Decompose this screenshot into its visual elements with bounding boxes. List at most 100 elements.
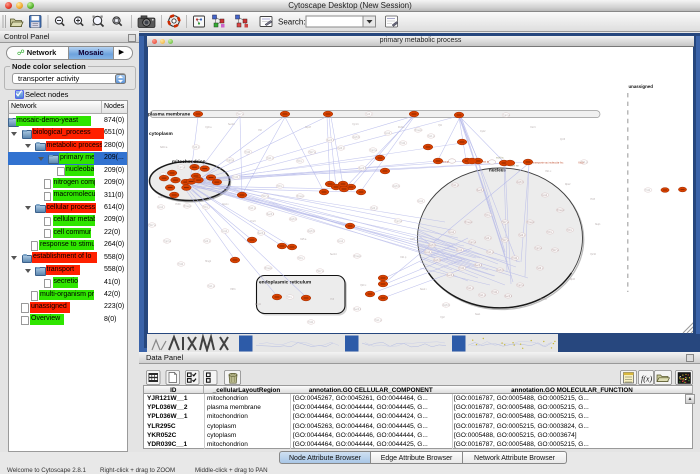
svg-text:Ylr44: Ylr44 [178, 263, 184, 266]
svg-text:Pma1 c: Pma1 c [265, 268, 274, 270]
svg-text:Yel0 c: Yel0 c [204, 241, 211, 243]
svg-text:Yel0 c: Yel0 c [366, 114, 373, 116]
svg-text:Atp5 b: Atp5 b [290, 218, 297, 221]
svg-text:Pma1 c: Pma1 c [557, 210, 566, 212]
svg-text:Cox4: Cox4 [418, 201, 424, 203]
svg-text:Cox4: Cox4 [385, 133, 391, 135]
svg-text:Yor1 p: Yor1 p [249, 207, 256, 210]
svg-text:Yor1 p: Yor1 p [428, 135, 435, 138]
svg-text:Atp5 b: Atp5 b [429, 244, 436, 247]
svg-text:Ygr2 a: Ygr2 a [503, 114, 510, 117]
svg-text:Yor2 t: Yor2 t [530, 126, 536, 129]
svg-text:Cox4: Cox4 [425, 252, 431, 254]
svg-text:unkn wn: unkn wn [510, 165, 520, 168]
svg-text:Yel0 c: Yel0 c [485, 238, 492, 240]
svg-text:Rpl3: Rpl3 [570, 279, 575, 281]
svg-text:Atp5 b: Atp5 b [393, 185, 400, 188]
svg-text:tra sp: tra sp [443, 160, 450, 163]
svg-text:Yel5 a: Yel5 a [300, 239, 307, 241]
svg-text:Ylr39: Ylr39 [175, 203, 181, 206]
svg-text:Nup1: Nup1 [595, 224, 601, 226]
svg-text:Qcr6: Qcr6 [560, 138, 566, 141]
svg-text:unassigned: unassigned [629, 84, 654, 89]
svg-text:Yel0 c: Yel0 c [338, 148, 345, 150]
svg-text:mitochondrion: mitochondrion [172, 159, 206, 165]
svg-text:Sec6 1: Sec6 1 [477, 190, 485, 192]
svg-text:Sec6 1: Sec6 1 [359, 168, 367, 170]
svg-text:Yil3 x: Yil3 x [203, 207, 209, 209]
svg-text:Hxt7 a: Hxt7 a [237, 113, 244, 116]
svg-text:Hxt7 a: Hxt7 a [502, 239, 509, 242]
svg-text:Yor1 p: Yor1 p [487, 251, 494, 254]
svg-text:Ylr44: Ylr44 [459, 267, 465, 270]
svg-text:Ygr2 a: Ygr2 a [395, 220, 402, 223]
svg-text:Pma1 c: Pma1 c [415, 130, 424, 132]
svg-text:Hmg1: Hmg1 [205, 261, 212, 263]
svg-text:Yil3 x: Yil3 x [277, 186, 283, 188]
svg-text:mol fnc: mol fnc [496, 157, 505, 160]
svg-text:Atp5 b: Atp5 b [497, 269, 504, 272]
svg-text:Cox4: Cox4 [222, 231, 228, 233]
svg-text:Yhr8: Yhr8 [590, 198, 596, 201]
svg-text:Sec6 1: Sec6 1 [258, 233, 266, 235]
svg-text:Ylr44: Ylr44 [645, 189, 651, 192]
svg-text:transporter act molecular fnc: transporter act molecular fnc [533, 161, 564, 164]
svg-text:Ygr2 a: Ygr2 a [535, 247, 542, 250]
svg-text:Yil8 b: Yil8 b [230, 289, 236, 291]
svg-text:Pma1 c: Pma1 c [297, 196, 306, 198]
svg-text:Atp5 b: Atp5 b [517, 181, 524, 184]
svg-text:Sec6 1: Sec6 1 [327, 140, 335, 142]
svg-text:Yil2: Yil2 [258, 130, 262, 132]
svg-text:Yel0 c: Yel0 c [519, 235, 526, 237]
svg-text:Sec24: Sec24 [228, 124, 235, 126]
svg-text:Yjl4: Yjl4 [438, 125, 443, 127]
svg-text:Atp5 b: Atp5 b [353, 136, 360, 139]
svg-text:Ssa1: Ssa1 [475, 314, 481, 316]
svg-text:Cyb2: Cyb2 [480, 131, 486, 133]
svg-text:Hxt7 a: Hxt7 a [317, 270, 324, 273]
svg-text:Ygl0 a: Ygl0 a [205, 127, 212, 129]
svg-text:Pma1 c: Pma1 c [527, 222, 536, 224]
svg-text:Ygr2 a: Ygr2 a [178, 166, 185, 169]
svg-text:Ymr3: Ymr3 [250, 220, 256, 223]
svg-text:Rps2: Rps2 [565, 184, 571, 186]
svg-text:Ylr44: Ylr44 [245, 151, 251, 154]
svg-text:Yil3 x: Yil3 x [547, 232, 553, 234]
svg-text:Sec6 1: Sec6 1 [267, 214, 275, 216]
svg-text:Sec6 1: Sec6 1 [475, 265, 483, 267]
svg-text:Ylr44: Ylr44 [492, 291, 498, 294]
svg-text:Yil3 x: Yil3 x [485, 215, 491, 217]
svg-text:Ygr2 a: Ygr2 a [164, 240, 171, 243]
svg-text:Ylr44: Ylr44 [233, 176, 239, 179]
svg-text:Erg11: Erg11 [255, 303, 262, 306]
svg-text:cytoplasm: cytoplasm [149, 131, 173, 137]
svg-text:Cox4: Cox4 [449, 232, 455, 234]
svg-text:Ylr44: Ylr44 [308, 321, 314, 324]
svg-text:Yel0 c: Yel0 c [193, 147, 200, 149]
svg-text:Ynl2 a: Ynl2 a [540, 299, 547, 301]
svg-text:Hxt7 a: Hxt7 a [552, 249, 559, 252]
svg-text:Hxt7 a: Hxt7 a [309, 151, 316, 154]
svg-text:Cox4: Cox4 [457, 250, 463, 252]
svg-text:Atp17: Atp17 [305, 126, 312, 129]
svg-text:Yel0 c: Yel0 c [537, 268, 544, 270]
svg-text:Cox6: Cox6 [158, 197, 164, 199]
svg-text:Cox4: Cox4 [338, 241, 344, 243]
svg-text:Sec6 1: Sec6 1 [354, 309, 362, 311]
svg-text:Yor1 p: Yor1 p [467, 287, 474, 290]
svg-text:Sec6 1: Sec6 1 [447, 275, 455, 277]
svg-text:Yor1 p: Yor1 p [479, 294, 486, 297]
svg-text:Sss1 t: Sss1 t [420, 288, 427, 291]
svg-text:Atp5 b: Atp5 b [443, 304, 450, 307]
svg-text:Ygl2: Ygl2 [440, 317, 445, 319]
svg-text:Sdh4 a: Sdh4 a [160, 147, 168, 149]
svg-text:Ygr1 b: Ygr1 b [352, 123, 359, 126]
svg-text:Search:: Search: [278, 18, 306, 27]
svg-text:Yil3 x: Yil3 x [298, 258, 304, 260]
svg-text:plasma membrane: plasma membrane [148, 112, 190, 118]
svg-text:Yel0 c: Yel0 c [371, 208, 378, 210]
svg-text:Yil3 x: Yil3 x [567, 230, 573, 232]
svg-text:Cox4: Cox4 [158, 207, 164, 209]
svg-text:Ygr2 a: Ygr2 a [517, 284, 524, 287]
svg-text:Atp5 b: Atp5 b [434, 259, 441, 262]
